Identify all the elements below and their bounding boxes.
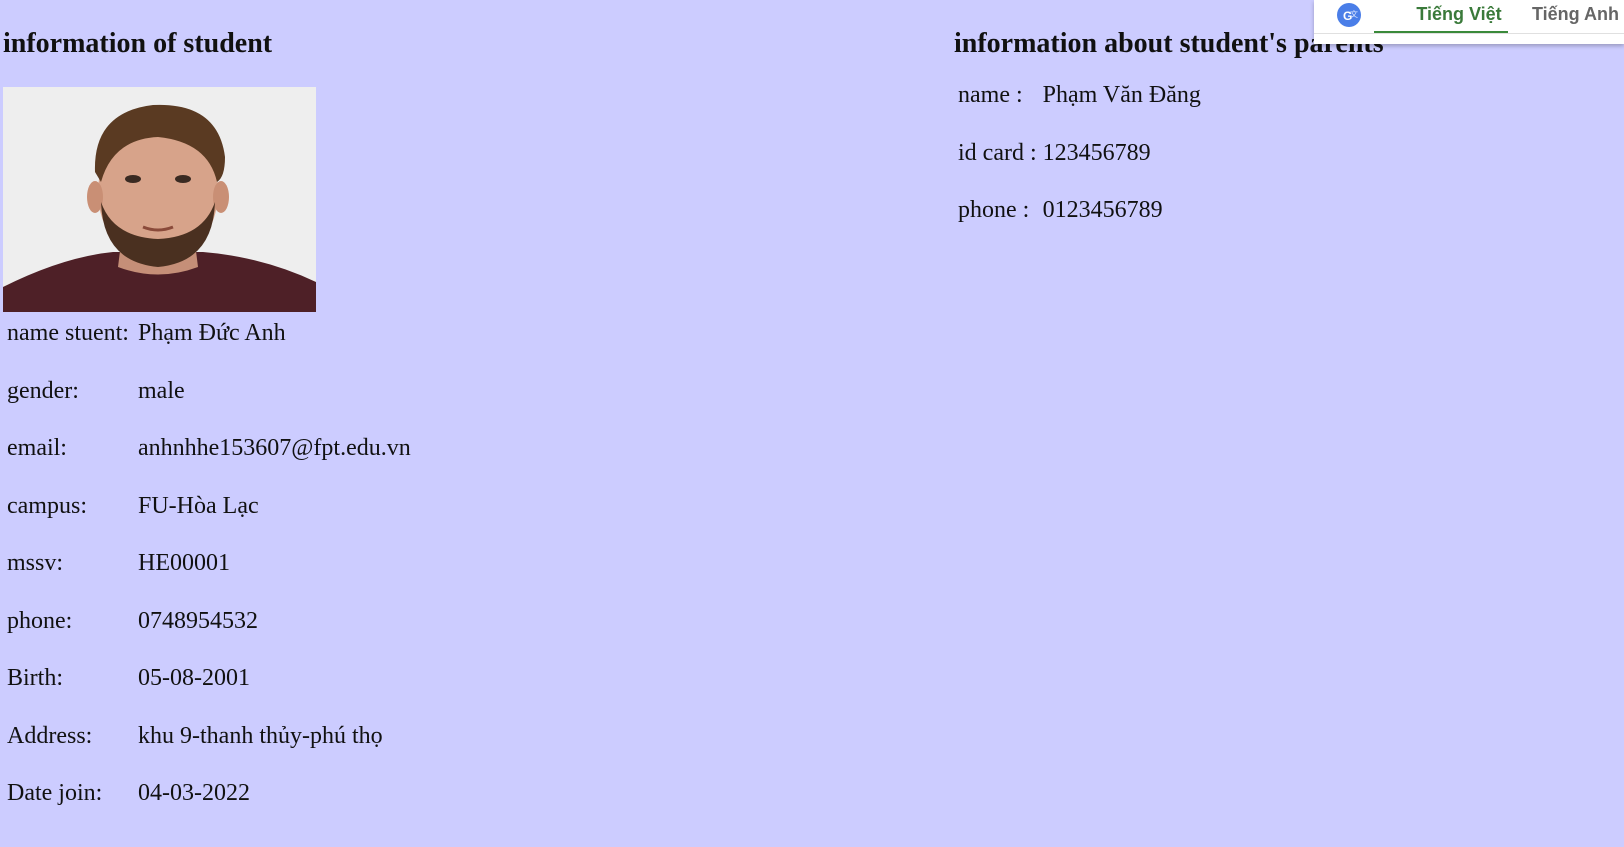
- student-info-row-value: Phạm Đức Anh: [138, 320, 286, 346]
- svg-text:文: 文: [1350, 9, 1358, 19]
- active-tab-indicator: [1374, 31, 1508, 33]
- student-info-row-value: male: [138, 377, 185, 404]
- student-info-row-value: 04-03-2022: [138, 780, 250, 806]
- student-info-row: email: anhnhhe153607@fpt.edu.vn: [4, 435, 414, 493]
- student-heading: information of student: [3, 28, 273, 59]
- parents-section: information about student's parents name…: [954, 28, 1604, 255]
- parent-info-row: phone : 0123456789: [955, 197, 1204, 255]
- page: information of student name stuent: Phạm…: [0, 0, 1624, 847]
- student-info-row: mssv: HE00001: [4, 550, 414, 608]
- student-info-row-label: Address:: [7, 722, 93, 749]
- student-info-row-value: FU-Hòa Lạc: [138, 492, 259, 519]
- student-info-row: Birth: 05-08-2001: [4, 665, 414, 723]
- parent-info-row-value: 123456789: [1042, 139, 1151, 166]
- student-info-row-value: 05-08-2001: [138, 665, 250, 691]
- parent-info-row-label: id card :: [958, 139, 1037, 166]
- google-translate-icon[interactable]: G 文: [1336, 2, 1362, 28]
- student-info-row-label: name stuent:: [7, 320, 129, 346]
- parent-info-row-label: name :: [958, 82, 1023, 108]
- parent-info-row: id card :123456789: [955, 140, 1204, 198]
- parent-info-row: name : Phạm Văn Đăng: [955, 82, 1204, 140]
- parents-info-table: name : Phạm Văn Đăng id card :123456789 pho…: [955, 82, 1204, 255]
- student-info-row-value: khu 9-thanh thủy-phú thọ: [138, 722, 383, 749]
- student-info-row-label: Date join:: [7, 780, 103, 806]
- student-info-row: Date join: 04-03-2022: [4, 780, 414, 838]
- student-photo: [3, 87, 316, 312]
- tab-vietnamese[interactable]: Tiếng Việt: [1392, 4, 1526, 25]
- parent-info-row-value: 0123456789: [1042, 197, 1163, 223]
- student-info-row: gender: male: [4, 378, 414, 436]
- student-info-row-value: anhnhhe153607@fpt.edu.vn: [138, 435, 411, 461]
- student-info-row-value: HE00001: [138, 550, 230, 576]
- translate-bar-divider: [1314, 33, 1624, 34]
- parent-info-row-value: Phạm Văn Đăng: [1042, 82, 1201, 108]
- student-info-row: Address: khu 9-thanh thủy-phú thọ: [4, 723, 414, 781]
- student-info-row-label: Birth:: [7, 665, 64, 691]
- tab-english[interactable]: Tiếng Anh: [1532, 4, 1619, 25]
- student-info-table: name stuent: Phạm Đức Anh gender: male email…: [4, 320, 414, 838]
- student-info-row-label: campus:: [7, 492, 87, 519]
- student-info-row-label: email:: [7, 435, 67, 461]
- student-info-row-value: 0748954532: [138, 607, 258, 634]
- student-info-row: phone: 0748954532: [4, 608, 414, 666]
- student-info-row-label: gender:: [7, 377, 79, 404]
- parent-info-row-label: phone :: [958, 197, 1030, 223]
- student-info-row: campus: FU-Hòa Lạc: [4, 493, 414, 551]
- translate-bar: G 文 Tiếng Việt Tiếng Anh: [1314, 0, 1624, 44]
- student-info-row-label: phone:: [7, 607, 73, 634]
- student-info-row: name stuent: Phạm Đức Anh: [4, 320, 414, 378]
- student-section: information of student name stuent: Phạm…: [3, 28, 623, 838]
- student-info-row-label: mssv:: [7, 550, 64, 576]
